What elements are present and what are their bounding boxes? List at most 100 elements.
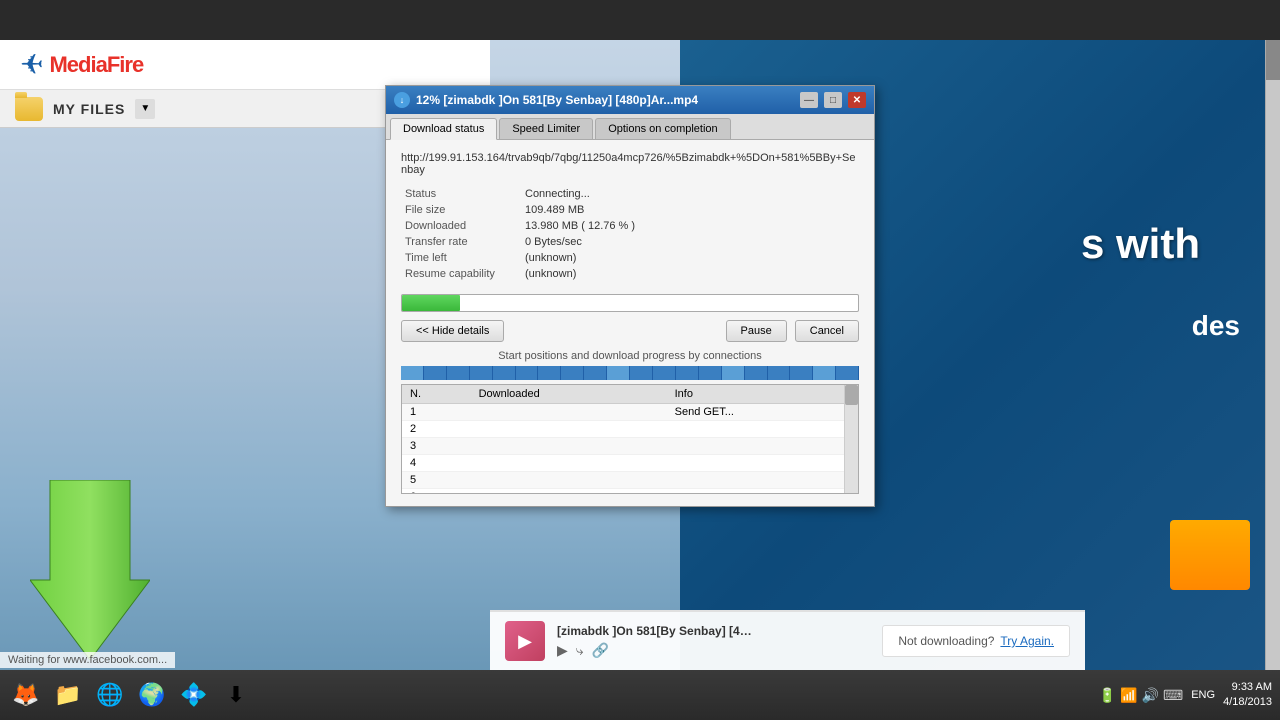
row-n: 1 — [402, 404, 471, 421]
status-row: Status Connecting... — [401, 186, 859, 202]
taskbar-chrome-orange[interactable]: 🌍 — [134, 677, 170, 713]
conn-seg-14 — [699, 366, 722, 380]
dialog-icon: ↓ — [394, 92, 410, 108]
tab-download-status[interactable]: Download status — [390, 118, 497, 140]
conn-seg-12 — [653, 366, 676, 380]
dl-play-icon[interactable]: ▶ — [557, 642, 568, 659]
pause-button[interactable]: Pause — [726, 320, 787, 342]
logo-bird-icon: ✈ — [20, 48, 43, 81]
taskbar-chrome[interactable]: 🌐 — [92, 677, 128, 713]
sys-icons: 🔋 📶 🔊 ⌨ — [1099, 687, 1184, 704]
row-downloaded — [471, 404, 667, 421]
timeleft-value: (unknown) — [521, 250, 859, 266]
cancel-button[interactable]: Cancel — [795, 320, 859, 342]
dialog-content: http://199.91.153.164/trvab9qb/7qbg/1125… — [386, 140, 874, 506]
downloaded-row: Downloaded 13.980 MB ( 12.76 % ) — [401, 218, 859, 234]
conn-seg-17 — [768, 366, 791, 380]
conn-seg-7 — [538, 366, 561, 380]
timeleft-label: Time left — [401, 250, 521, 266]
resume-row: Resume capability (unknown) — [401, 266, 859, 282]
page-scrollbar[interactable] — [1265, 40, 1280, 670]
row-downloaded — [471, 472, 667, 489]
top-bar — [0, 0, 1280, 40]
nav-title: MY FILES — [53, 101, 125, 117]
dialog-buttons-row: << Hide details Pause Cancel — [401, 320, 859, 342]
row-info — [667, 472, 858, 489]
dl-info: [zimabdk ]On 581[By Senbay] [480p]... ▶ … — [557, 624, 870, 659]
taskbar-right: 🔋 📶 🔊 ⌨ ENG 9:33 AM 4/18/2013 — [1099, 680, 1272, 711]
close-button[interactable]: ✕ — [848, 92, 866, 108]
dl-share-icon[interactable]: ⤷ — [576, 642, 584, 659]
battery-icon: 🔋 — [1099, 687, 1116, 704]
resume-label: Resume capability — [401, 266, 521, 282]
logo-fire: Fire — [107, 52, 143, 77]
dl-link-icon[interactable]: 🔗 — [592, 642, 609, 659]
filesize-label: File size — [401, 202, 521, 218]
conn-seg-5 — [493, 366, 516, 380]
maximize-button[interactable]: □ — [824, 92, 842, 108]
dl-filename: [zimabdk ]On 581[By Senbay] [480p]... — [557, 624, 757, 638]
dl-icons-row: ▶ ⤷ 🔗 — [557, 642, 870, 659]
dl-file-icon: ▶ — [505, 621, 545, 661]
url-row: http://199.91.153.164/trvab9qb/7qbg/1125… — [401, 152, 859, 176]
tab-options-completion[interactable]: Options on completion — [595, 118, 730, 139]
mediafire-logo: ✈ MediaFire — [20, 48, 143, 81]
row-info: Send GET... — [667, 404, 858, 421]
table-row: 6 — [402, 489, 858, 495]
progress-container — [401, 294, 859, 312]
col-header-info: Info — [667, 385, 858, 404]
taskbar-ie[interactable]: 💠 — [176, 677, 212, 713]
row-downloaded — [471, 421, 667, 438]
folder-icon — [15, 97, 43, 121]
dialog-tabs: Download status Speed Limiter Options on… — [386, 114, 874, 140]
right-panel-text2: des — [1192, 310, 1240, 342]
nav-dropdown[interactable]: ▼ — [135, 99, 155, 119]
network-icon: 📶 — [1120, 687, 1137, 704]
row-downloaded — [471, 489, 667, 495]
dialog-title: 12% [zimabdk ]On 581[By Senbay] [480p]Ar… — [416, 93, 794, 107]
row-n: 3 — [402, 438, 471, 455]
row-downloaded — [471, 455, 667, 472]
dl-status-box: Not downloading? Try Again. — [882, 625, 1070, 657]
col-header-downloaded: Downloaded — [471, 385, 667, 404]
connections-bar — [401, 366, 859, 380]
conn-seg-9 — [584, 366, 607, 380]
taskbar-idm[interactable]: ⬇ — [218, 677, 254, 713]
conn-seg-13 — [676, 366, 699, 380]
scroll-bar[interactable] — [844, 385, 858, 493]
info-table: Status Connecting... File size 109.489 M… — [401, 186, 859, 282]
row-n: 5 — [402, 472, 471, 489]
status-label: Status — [401, 186, 521, 202]
conn-seg-1 — [401, 366, 424, 380]
keyboard-icon: ⌨ — [1163, 687, 1183, 704]
status-value: Connecting... — [521, 186, 859, 202]
hide-details-button[interactable]: << Hide details — [401, 320, 504, 342]
timeleft-row: Time left (unknown) — [401, 250, 859, 266]
lang-indicator: ENG — [1191, 689, 1215, 701]
dialog-titlebar: ↓ 12% [zimabdk ]On 581[By Senbay] [480p]… — [386, 86, 874, 114]
row-n: 6 — [402, 489, 471, 495]
conn-seg-16 — [745, 366, 768, 380]
row-downloaded — [471, 438, 667, 455]
row-info — [667, 489, 858, 495]
minimize-button[interactable]: — — [800, 92, 818, 108]
transfer-label: Transfer rate — [401, 234, 521, 250]
green-arrow — [30, 480, 150, 660]
taskbar-firefox[interactable]: 🦊 — [8, 677, 44, 713]
transfer-value: 0 Bytes/sec — [521, 234, 859, 250]
try-again-link[interactable]: Try Again. — [1000, 634, 1054, 648]
header: ✈ MediaFire — [0, 40, 490, 90]
conn-seg-18 — [790, 366, 813, 380]
tab-speed-limiter[interactable]: Speed Limiter — [499, 118, 593, 139]
row-n: 2 — [402, 421, 471, 438]
conn-seg-3 — [447, 366, 470, 380]
download-bar: ▶ [zimabdk ]On 581[By Senbay] [480p]... … — [490, 610, 1085, 670]
conn-seg-15 — [722, 366, 745, 380]
col-header-n: N. — [402, 385, 471, 404]
filesize-value: 109.489 MB — [521, 202, 859, 218]
table-row: 4 — [402, 455, 858, 472]
taskbar-folder[interactable]: 📁 — [50, 677, 86, 713]
scroll-thumb — [845, 385, 858, 405]
filesize-row: File size 109.489 MB — [401, 202, 859, 218]
conn-seg-19 — [813, 366, 836, 380]
